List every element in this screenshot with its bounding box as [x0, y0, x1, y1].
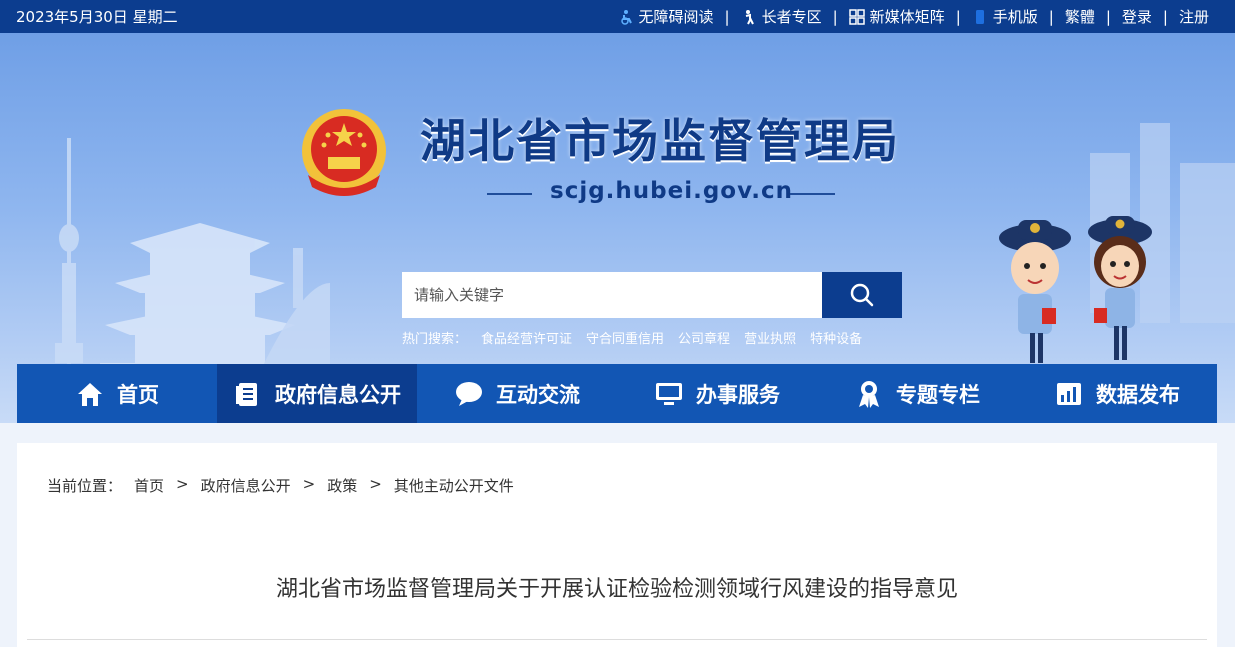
nav-label: 政府信息公开 — [275, 382, 401, 407]
search-icon — [850, 283, 874, 307]
phone-icon — [972, 9, 988, 25]
search-bar — [402, 272, 902, 318]
breadcrumb-separator: > — [369, 475, 382, 493]
qr-grid-icon — [848, 8, 865, 25]
accessibility-link-label: 无障碍阅读 — [638, 8, 714, 26]
separator: | — [832, 7, 838, 26]
breadcrumb: 当前位置： 首页 > 政府信息公开 > 政策 > 其他主动公开文件 — [47, 475, 514, 496]
hot-search-item[interactable]: 公司章程 — [678, 328, 730, 347]
monitor-icon — [654, 379, 684, 409]
separator: | — [1048, 7, 1054, 26]
nav-item-home[interactable]: 首页 — [17, 364, 217, 423]
traditional-chinese-label: 繁體 — [1064, 8, 1095, 26]
nav-item-gov-info[interactable]: 政府信息公开 — [217, 364, 417, 423]
nav-item-services[interactable]: 办事服务 — [617, 364, 817, 423]
chat-bubble-icon — [454, 379, 484, 409]
traditional-chinese-link[interactable]: 繁體 — [1065, 6, 1095, 27]
nav-item-data[interactable]: 数据发布 — [1017, 364, 1217, 423]
nav-label: 首页 — [117, 382, 159, 407]
nav-label: 互动交流 — [496, 382, 580, 407]
hot-search-item[interactable]: 营业执照 — [744, 328, 796, 347]
mascot-officers-illustration — [999, 216, 1152, 363]
national-emblem-icon — [302, 109, 386, 196]
login-link[interactable]: 登录 — [1122, 6, 1152, 27]
mobile-link[interactable]: 手机版 — [972, 6, 1038, 27]
separator: | — [724, 7, 730, 26]
hot-search-item[interactable]: 守合同重信用 — [586, 328, 664, 347]
elder-zone-link[interactable]: 长者专区 — [741, 6, 822, 27]
main-nav: 首页 政府信息公开 互动交流 办事服务 专题专栏 数据发布 — [17, 364, 1217, 423]
award-ribbon-icon — [854, 379, 884, 409]
separator: | — [1105, 7, 1111, 26]
search-input[interactable] — [402, 272, 822, 318]
separator: | — [1162, 7, 1168, 26]
nav-label: 数据发布 — [1096, 382, 1180, 407]
register-label: 注册 — [1178, 8, 1209, 26]
nav-label: 办事服务 — [696, 382, 780, 407]
hot-search-label: 热门搜索： — [402, 332, 468, 347]
document-icon — [233, 379, 263, 409]
current-date: 2023年5月30日 星期二 — [16, 8, 178, 26]
site-title: 湖北省市场监督管理局 — [420, 114, 900, 168]
site-domain: scjg.hubei.gov.cn — [550, 178, 793, 204]
breadcrumb-label: 当前位置： — [47, 477, 123, 495]
breadcrumb-separator: > — [302, 475, 316, 493]
accessibility-link[interactable]: 无障碍阅读 — [618, 6, 714, 27]
nav-label: 专题专栏 — [896, 382, 980, 407]
breadcrumb-home[interactable]: 首页 — [134, 475, 164, 496]
new-media-link[interactable]: 新媒体矩阵 — [848, 6, 945, 27]
separator: | — [955, 7, 961, 26]
nav-item-interaction[interactable]: 互动交流 — [417, 364, 617, 423]
home-icon — [75, 379, 105, 409]
breadcrumb-separator: > — [176, 475, 189, 493]
new-media-label: 新媒体矩阵 — [869, 8, 945, 26]
breadcrumb-other-files[interactable]: 其他主动公开文件 — [394, 475, 514, 496]
nav-item-special[interactable]: 专题专栏 — [817, 364, 1017, 423]
bar-chart-icon — [1054, 379, 1084, 409]
mobile-label: 手机版 — [992, 8, 1038, 26]
breadcrumb-policy[interactable]: 政策 — [327, 475, 357, 496]
login-label: 登录 — [1121, 8, 1152, 26]
top-links: 无障碍阅读 | 长者专区 | 新媒体矩阵 | 手机版 | 繁體 | 登录 | 注… — [618, 6, 1209, 27]
elder-icon — [741, 9, 757, 25]
article-title: 湖北省市场监督管理局关于开展认证检验检测领域行风建设的指导意见 — [275, 577, 958, 602]
register-link[interactable]: 注册 — [1179, 6, 1209, 27]
hot-search-item[interactable]: 特种设备 — [810, 328, 862, 347]
divider — [790, 193, 835, 195]
content-panel: 当前位置： 首页 > 政府信息公开 > 政策 > 其他主动公开文件 湖北省市场监… — [17, 443, 1217, 647]
breadcrumb-gov-info[interactable]: 政府信息公开 — [201, 475, 291, 496]
elder-zone-label: 长者专区 — [761, 8, 822, 26]
hot-searches: 热门搜索： 食品经营许可证 守合同重信用 公司章程 营业执照 特种设备 — [402, 328, 862, 347]
hot-search-item[interactable]: 食品经营许可证 — [481, 328, 572, 347]
search-button[interactable] — [822, 272, 902, 318]
divider — [27, 639, 1207, 640]
divider — [487, 193, 532, 195]
wheelchair-icon — [618, 9, 634, 25]
top-utility-bar: 2023年5月30日 星期二 无障碍阅读 | 长者专区 | 新媒体矩阵 | 手机… — [0, 0, 1235, 33]
